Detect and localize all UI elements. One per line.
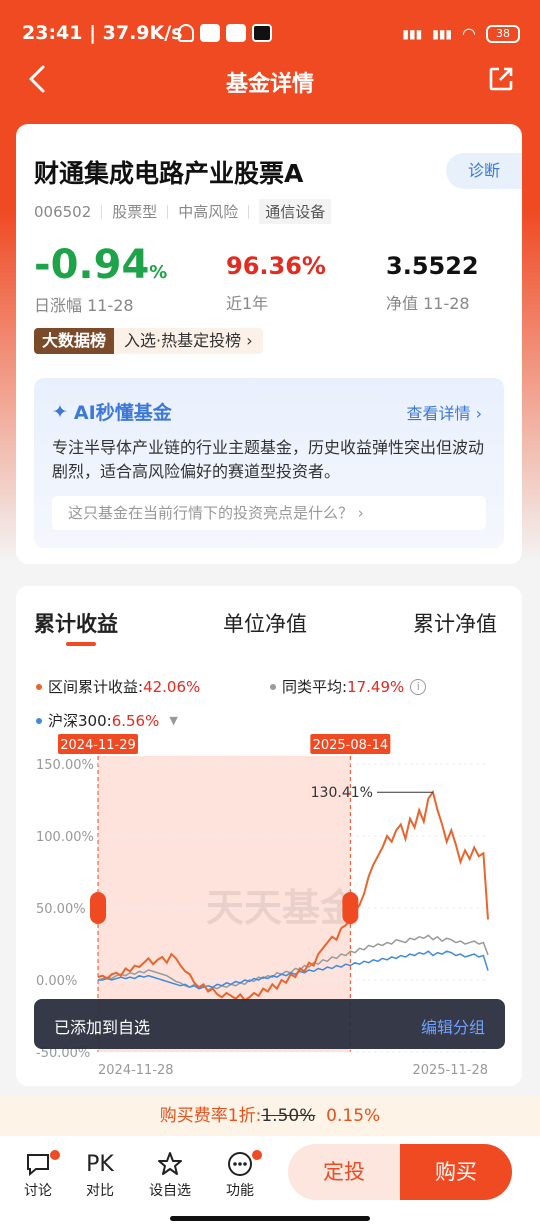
ai-details-label: 查看详情 [406, 404, 471, 423]
discuss-button[interactable]: 讨论 [8, 1150, 68, 1200]
daily-change-unit: % [149, 262, 168, 283]
year-return-value: 96.36% [226, 252, 326, 280]
fund-type: 股票型 [112, 203, 158, 221]
notification-dot [252, 1150, 262, 1160]
rank-badge[interactable]: 大数据榜 入选·热基定投榜 › [34, 328, 263, 354]
promo-old-fee: 1.50% [261, 1106, 316, 1126]
status-right: ▮▮▮ ▮▮▮ ◠ 38 [402, 24, 520, 43]
y-tick-label: 100.00% [36, 830, 94, 845]
range-label: 2024-11-29 [60, 738, 136, 753]
add-watchlist-button[interactable]: 设自选 [140, 1150, 200, 1200]
year-return-label: 近1年 [226, 294, 269, 313]
ai-question-text: 这只基金在当前行情下的投资亮点是什么？ [68, 504, 354, 522]
watermark: 天天基金 [206, 886, 359, 930]
chevron-right-icon: › [246, 331, 253, 350]
ai-description: 专注半导体产业链的行业主题基金，历史收益弹性突出但波动剧烈，适合高风险偏好的赛道… [52, 438, 485, 481]
rank-tag: 大数据榜 [34, 328, 115, 354]
chat-icon [8, 1150, 68, 1180]
battery-icon: 38 [486, 24, 520, 43]
nav-value: 3.5522 [386, 252, 479, 280]
share-icon[interactable] [488, 66, 514, 92]
x-tick-label: 2025-11-28 [412, 1063, 488, 1078]
home-indicator [170, 1216, 370, 1221]
notification-dot [50, 1150, 60, 1160]
diagnose-button[interactable]: 诊断 [446, 153, 522, 189]
chevron-right-icon: › [357, 504, 364, 522]
fund-risk: 中高风险 [178, 203, 239, 221]
sparkle-icon: ✦ [52, 400, 68, 423]
fee-promo: 购买费率1折:1.50% 0.15% [0, 1096, 540, 1136]
signal-icon: ▮▮▮ [402, 26, 423, 41]
functions-label: 功能 [226, 1183, 254, 1199]
fund-sector-tag[interactable]: 通信设备 [259, 199, 332, 224]
fund-meta: 006502 股票型 中高风险 通信设备 [34, 199, 332, 224]
compare-button[interactable]: PK 对比 [70, 1150, 130, 1200]
range-label: 2025-08-14 [313, 738, 389, 753]
fund-code: 006502 [34, 202, 92, 221]
signal-icon-2: ▮▮▮ [432, 26, 453, 41]
add-watchlist-label: 设自选 [149, 1183, 191, 1199]
year-return-stat: 96.36% 近1年 [226, 252, 326, 314]
ai-summary-box: ✦ AI秒懂基金 查看详情 › 专注半导体产业链的行业主题基金，历史收益弹性突出… [34, 378, 504, 548]
divider [101, 204, 103, 219]
rank-text: 入选·热基定投榜 [124, 331, 242, 350]
divider [167, 204, 169, 219]
page-title: 基金详情 [225, 72, 314, 97]
ai-details-link[interactable]: 查看详情 › [406, 400, 482, 424]
daily-change-stat: -0.94% 日涨幅 11-28 [34, 242, 167, 316]
status-time: 23:41 | 37.9K/s [22, 22, 183, 44]
auto-invest-button[interactable]: 定投 [288, 1144, 400, 1200]
wifi-icon: ◠ [462, 24, 476, 43]
nav-stat: 3.5522 净值 11-28 [386, 252, 479, 314]
y-tick-label: 0.00% [36, 974, 77, 989]
functions-button[interactable]: 功能 [210, 1150, 270, 1200]
more-icon [210, 1150, 270, 1180]
toast-edit-group-link[interactable]: 编辑分组 [421, 1014, 485, 1038]
compare-label: 对比 [86, 1183, 114, 1199]
mail-icon [200, 24, 220, 42]
toast-message: 已添加到自选 [54, 1018, 151, 1037]
toast: 已添加到自选 编辑分组 [34, 999, 505, 1049]
daily-change-label: 日涨幅 11-28 [34, 296, 134, 315]
divider [248, 204, 250, 219]
promo-new-fee: 0.15% [326, 1106, 381, 1126]
fund-name: 财通集成电路产业股票A [34, 159, 304, 188]
app-icon-2 [252, 24, 272, 42]
daily-change-value: -0.94 [34, 242, 150, 288]
y-tick-label: 150.00% [36, 758, 94, 773]
nav-bar: 基金详情 [0, 60, 540, 100]
pk-icon: PK [86, 1152, 114, 1177]
y-tick-label: 50.00% [36, 902, 86, 917]
status-icons [178, 24, 272, 42]
ai-question-input[interactable]: 这只基金在当前行情下的投资亮点是什么？ › [52, 496, 486, 530]
bell-off-icon [178, 24, 194, 42]
discuss-label: 讨论 [24, 1183, 52, 1199]
peak-label: 130.41% [311, 785, 373, 801]
buy-button[interactable]: 购买 [400, 1144, 512, 1200]
app-icon [226, 24, 246, 42]
ai-title: AI秒懂基金 [73, 402, 172, 424]
range-handle [90, 892, 106, 924]
range-handle [342, 892, 359, 924]
promo-prefix: 购买费率1折: [159, 1106, 262, 1126]
chevron-right-icon: › [475, 404, 482, 423]
nav-label: 净值 11-28 [386, 294, 470, 313]
x-tick-label: 2024-11-28 [98, 1063, 174, 1078]
status-bar: 23:41 | 37.9K/s ▮▮▮ ▮▮▮ ◠ 38 [0, 0, 540, 64]
star-icon [140, 1150, 200, 1180]
